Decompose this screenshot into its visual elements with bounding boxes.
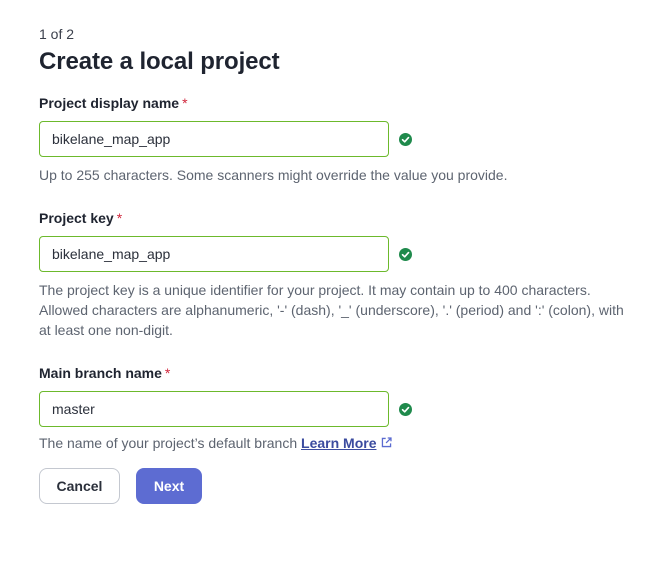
main-branch-help-row: The name of your project’s default branc… (39, 433, 639, 453)
display-name-input[interactable] (39, 121, 389, 157)
main-branch-label-row: Main branch name * (39, 364, 639, 382)
required-marker: * (164, 365, 171, 381)
project-key-help: The project key is a unique identifier f… (39, 282, 624, 338)
page-title: Create a local project (39, 48, 280, 75)
project-key-label: Project key (39, 210, 114, 226)
project-key-field-row (39, 236, 639, 272)
display-name-field-row (39, 121, 639, 157)
cancel-button[interactable]: Cancel (39, 468, 120, 504)
check-circle-icon (399, 402, 412, 416)
check-circle-icon (399, 247, 412, 261)
display-name-help: Up to 255 characters. Some scanners migh… (39, 167, 508, 183)
display-name-group: Project display name* Up to 255 characte… (39, 94, 639, 185)
display-name-label-row: Project display name * (39, 94, 639, 112)
main-branch-input[interactable] (39, 391, 389, 427)
project-key-input[interactable] (39, 236, 389, 272)
required-marker: * (182, 95, 188, 111)
external-link-icon (382, 437, 393, 448)
main-branch-field-row (39, 391, 639, 427)
main-branch-help: The name of your project’s default branc… (39, 435, 298, 451)
next-button[interactable]: Next (136, 468, 202, 504)
display-name-label: Project display name (39, 95, 180, 111)
learn-more-label: Learn More (301, 435, 377, 451)
project-key-label-row: Project key * (39, 209, 639, 227)
learn-more-link[interactable]: Learn More (301, 435, 393, 451)
create-project-form: 1 of 2 Create a local project Project di… (39, 26, 639, 504)
form-actions: Cancel Next (39, 468, 639, 504)
required-marker: * (116, 210, 123, 226)
step-indicator: 1 of 2 (39, 26, 75, 42)
project-key-group: Project key* The project key is a unique… (39, 209, 639, 340)
main-branch-label: Main branch name (39, 365, 162, 381)
check-circle-icon (399, 132, 412, 146)
main-branch-group: Main branch name* The name of your proje… (39, 364, 639, 453)
